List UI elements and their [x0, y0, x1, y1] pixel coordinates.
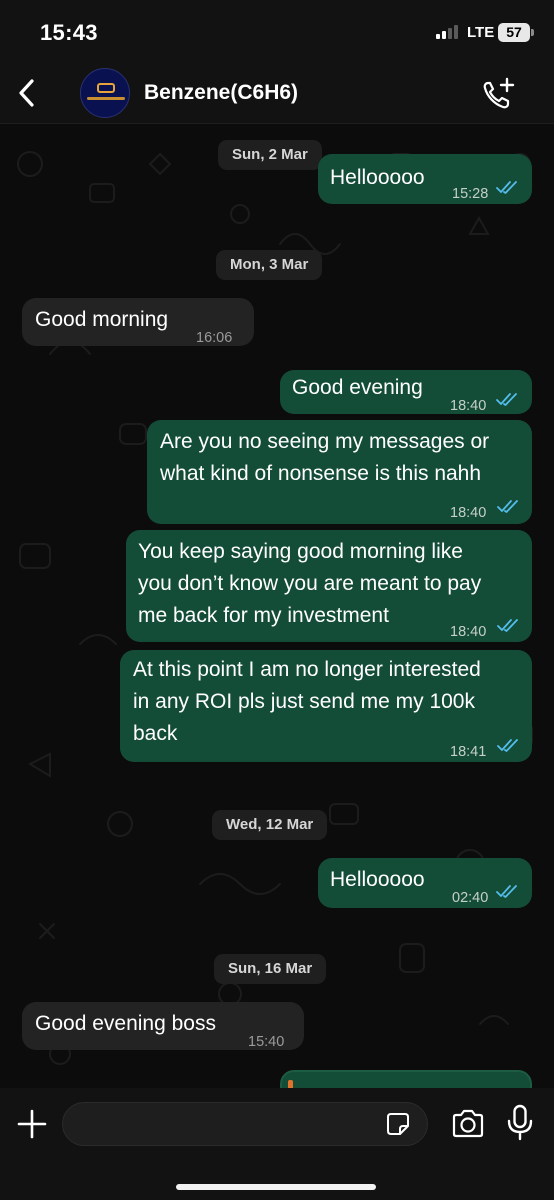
- incoming-message[interactable]: Good evening boss 15:40: [22, 1002, 304, 1050]
- message-text-line: At this point I am no longer interested: [133, 658, 481, 681]
- message-text-line: in any ROI pls just send me my 100k: [133, 690, 475, 713]
- status-time: 15:43: [40, 20, 98, 45]
- outgoing-message[interactable]: Good evening 18:40: [280, 370, 532, 414]
- chat-header: Benzene(C6H6): [0, 62, 554, 124]
- read-receipt-icon: [496, 885, 517, 898]
- message-time: 15:40: [248, 1034, 285, 1050]
- contact-name[interactable]: Benzene(C6H6): [144, 81, 298, 105]
- message-text: Good morning: [35, 308, 169, 331]
- message-time: 18:40: [450, 505, 487, 521]
- read-receipt-icon: [497, 619, 518, 632]
- message-text-line: You keep saying good morning like: [138, 540, 463, 563]
- home-indicator: [176, 1184, 376, 1190]
- date-divider: Sun, 2 Mar: [218, 140, 322, 170]
- chevron-left-icon: [19, 79, 34, 107]
- logo-mark: [97, 83, 115, 93]
- plus-icon: [17, 1109, 47, 1139]
- add-call-icon: [483, 77, 515, 109]
- message-text: Hellooooo: [330, 166, 425, 189]
- read-receipt-icon: [496, 181, 517, 194]
- avatar[interactable]: [80, 68, 130, 118]
- signal-strength-icon: [436, 25, 462, 39]
- sticker-icon: [387, 1113, 409, 1135]
- read-receipt-icon: [497, 500, 518, 513]
- sticker-button[interactable]: [386, 1112, 410, 1136]
- message-time: 18:40: [450, 624, 487, 640]
- message-text: Good evening: [292, 376, 423, 399]
- read-receipt-icon: [497, 739, 518, 752]
- outgoing-message-partial[interactable]: [280, 1070, 532, 1088]
- message-time: 02:40: [452, 890, 489, 906]
- read-receipt-icon: [496, 393, 517, 406]
- chat-area[interactable]: Sun, 2 Mar Hellooooo 15:28 Mon, 3 Mar Go…: [0, 124, 554, 1088]
- camera-button[interactable]: [450, 1108, 486, 1140]
- incoming-message[interactable]: Good morning 16:06: [22, 298, 254, 346]
- microphone-icon: [507, 1104, 533, 1141]
- message-text-line: what kind of nonsense is this nahh: [160, 462, 482, 485]
- back-button[interactable]: [12, 76, 42, 110]
- message-time: 18:41: [450, 744, 487, 760]
- logo-text: [87, 97, 125, 100]
- camera-icon: [452, 1109, 484, 1138]
- battery-tip: [531, 29, 534, 36]
- message-input[interactable]: [62, 1102, 428, 1146]
- message-text-line: you don’t know you are meant to pay: [138, 572, 482, 595]
- microphone-button[interactable]: [506, 1104, 534, 1142]
- outgoing-message[interactable]: Hellooooo 15:28: [318, 154, 532, 204]
- quote-stripe: [288, 1080, 293, 1088]
- outgoing-message[interactable]: Hellooooo 02:40: [318, 858, 532, 908]
- message-text-line: back: [133, 722, 178, 745]
- add-call-button[interactable]: [480, 76, 516, 112]
- message-text-line: Are you no seeing my messages or: [160, 430, 490, 453]
- message-time: 18:40: [450, 398, 487, 414]
- attach-button[interactable]: [16, 1108, 48, 1140]
- date-divider: Mon, 3 Mar: [216, 250, 323, 280]
- network-type: LTE: [467, 24, 495, 41]
- message-text: Good evening boss: [35, 1012, 216, 1035]
- outgoing-message[interactable]: At this point I am no longer interested …: [120, 650, 532, 762]
- outgoing-message[interactable]: Are you no seeing my messages or what ki…: [147, 420, 532, 524]
- message-text-line: me back for my investment: [138, 604, 389, 627]
- date-divider: Wed, 12 Mar: [212, 810, 328, 840]
- outgoing-message[interactable]: You keep saying good morning like you do…: [126, 530, 532, 642]
- status-bar: 15:43 LTE 57: [0, 0, 554, 62]
- message-time: 15:28: [452, 186, 489, 202]
- message-time: 16:06: [196, 330, 233, 346]
- battery-icon: 57: [498, 23, 530, 42]
- message-composer: [0, 1088, 554, 1200]
- message-text: Hellooooo: [330, 868, 425, 891]
- date-divider: Sun, 16 Mar: [214, 954, 327, 984]
